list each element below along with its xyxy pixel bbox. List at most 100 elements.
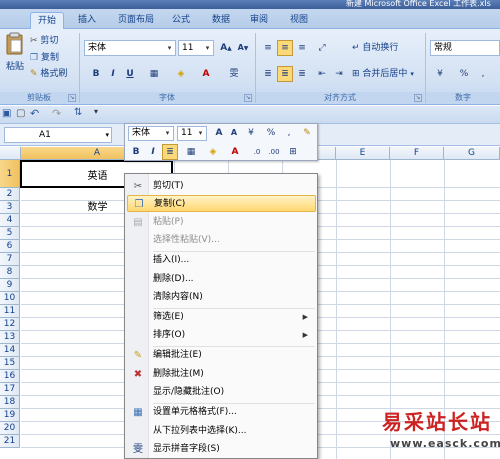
font-launcher-icon[interactable]: ↘ xyxy=(244,94,252,102)
mini-bold-button[interactable]: B xyxy=(128,144,144,160)
font-color-icon[interactable]: A xyxy=(198,66,214,82)
row-header-3[interactable]: 3 xyxy=(0,201,20,214)
row-header-21[interactable]: 21 xyxy=(0,435,20,448)
align-top-icon[interactable]: ≡ xyxy=(260,40,276,56)
alignment-launcher-icon[interactable]: ↘ xyxy=(414,94,422,102)
tab-view[interactable]: 视图 xyxy=(284,12,314,29)
underline-button[interactable]: U xyxy=(122,66,138,82)
tab-review[interactable]: 审阅 xyxy=(244,12,274,29)
row-header-6[interactable]: 6 xyxy=(0,240,20,253)
row-header-2[interactable]: 2 xyxy=(0,188,20,201)
row-header-9[interactable]: 9 xyxy=(0,279,20,292)
column-header-f[interactable]: F xyxy=(390,147,444,160)
borders-icon[interactable]: ▦ xyxy=(146,66,162,82)
save-icon[interactable]: ▣ xyxy=(2,108,11,119)
mini-fill-color-icon[interactable]: ◈ xyxy=(205,144,221,160)
mini-italic-button[interactable]: I xyxy=(145,144,161,160)
tab-formulas[interactable]: 公式 xyxy=(166,12,196,29)
italic-button[interactable]: I xyxy=(105,66,121,82)
row-header-12[interactable]: 12 xyxy=(0,318,20,331)
merge-center-button[interactable]: ⊞ 合并后居中 ▾ xyxy=(352,66,414,82)
shrink-font-button[interactable]: A▼ xyxy=(235,40,251,56)
mini-borders-icon[interactable]: ▦ xyxy=(183,144,199,160)
mini-percent-button[interactable]: % xyxy=(263,125,279,141)
column-header-e[interactable]: E xyxy=(336,147,390,160)
number-format-combo[interactable]: 常规 xyxy=(430,40,500,56)
menu-item-copy[interactable]: ❐ 复制(C) xyxy=(127,195,316,212)
fill-color-icon[interactable]: ◈ xyxy=(173,66,189,82)
mini-decrease-decimal-icon[interactable]: .00 xyxy=(266,144,282,160)
phonetic-icon[interactable]: 雯 xyxy=(226,66,242,82)
tab-data[interactable]: 数据 xyxy=(206,12,236,29)
row-header-7[interactable]: 7 xyxy=(0,253,20,266)
redo-icon[interactable]: ↷ xyxy=(52,107,61,120)
name-box[interactable]: A1 ▾ xyxy=(4,127,112,143)
menu-item-insert[interactable]: 插入(I)... xyxy=(127,252,316,269)
currency-icon[interactable]: ¥ xyxy=(432,66,448,82)
font-size-combo[interactable]: 11 ▾ xyxy=(178,40,214,56)
menu-item-pick-from-list[interactable]: 从下拉列表中选择(K)... xyxy=(127,423,316,440)
row-header-13[interactable]: 13 xyxy=(0,331,20,344)
paste-button[interactable]: 粘贴 xyxy=(4,32,26,80)
column-header-g[interactable]: G xyxy=(444,147,500,160)
row-header-4[interactable]: 4 xyxy=(0,214,20,227)
mini-shrink-font-button[interactable]: A xyxy=(226,125,242,141)
row-header-18[interactable]: 18 xyxy=(0,396,20,409)
sort-icon[interactable]: ⇅ xyxy=(74,107,82,118)
format-painter-button[interactable]: ✎ 格式刷 xyxy=(30,66,67,82)
menu-item-show-hide-comment[interactable]: 显示/隐藏批注(O) xyxy=(127,384,316,401)
menu-item-filter[interactable]: 筛选(E) ▶ xyxy=(127,309,316,326)
menu-item-paste[interactable]: ▤ 粘贴(P) xyxy=(127,214,316,231)
mini-font-name-combo[interactable]: 宋体 ▾ xyxy=(128,126,174,141)
row-header-14[interactable]: 14 xyxy=(0,344,20,357)
row-header-10[interactable]: 10 xyxy=(0,292,20,305)
mini-center-icon[interactable]: ≣ xyxy=(162,144,178,160)
menu-item-format-cells[interactable]: ▦ 设置单元格格式(F)... xyxy=(127,404,316,421)
row-header-16[interactable]: 16 xyxy=(0,370,20,383)
tab-page-layout[interactable]: 页面布局 xyxy=(112,12,160,29)
mini-grow-font-button[interactable]: A xyxy=(211,125,227,141)
font-name-combo[interactable]: 宋体 ▾ xyxy=(84,40,176,56)
menu-item-edit-comment[interactable]: ✎ 编辑批注(E) xyxy=(127,347,316,364)
menu-item-delete-comment[interactable]: ✖ 删除批注(M) xyxy=(127,366,316,383)
menu-item-paste-special[interactable]: 选择性粘贴(V)... xyxy=(127,232,316,249)
row-header-8[interactable]: 8 xyxy=(0,266,20,279)
menu-item-clear-contents[interactable]: 清除内容(N) xyxy=(127,289,316,306)
menu-item-cut[interactable]: ✂ 剪切(T) xyxy=(127,178,316,195)
clipboard-launcher-icon[interactable]: ↘ xyxy=(68,94,76,102)
align-bottom-icon[interactable]: ≡ xyxy=(294,40,310,56)
percent-button[interactable]: % xyxy=(456,66,472,82)
mini-increase-decimal-icon[interactable]: .0 xyxy=(249,144,265,160)
select-all-corner[interactable] xyxy=(0,147,21,160)
menu-item-delete[interactable]: 删除(D)... xyxy=(127,271,316,288)
mini-font-size-combo[interactable]: 11 ▾ xyxy=(177,126,207,141)
align-middle-icon[interactable]: ≡ xyxy=(277,40,293,56)
align-center-icon[interactable]: ≣ xyxy=(277,66,293,82)
customize-icon[interactable]: ▾ xyxy=(94,107,98,116)
decrease-indent-icon[interactable]: ⇤ xyxy=(314,66,330,82)
orientation-icon[interactable]: ⤢ xyxy=(314,40,330,56)
menu-item-sort[interactable]: 排序(O) ▶ xyxy=(127,327,316,344)
mini-merge-icon[interactable]: ⊞ xyxy=(285,144,301,160)
align-left-icon[interactable]: ≣ xyxy=(260,66,276,82)
increase-indent-icon[interactable]: ⇥ xyxy=(331,66,347,82)
tab-insert[interactable]: 插入 xyxy=(70,12,104,29)
align-right-icon[interactable]: ≣ xyxy=(294,66,310,82)
mini-font-color-icon[interactable]: A xyxy=(227,144,243,160)
new-icon[interactable]: ▢ xyxy=(16,108,25,119)
row-header-1[interactable]: 1 xyxy=(0,160,20,188)
row-header-19[interactable]: 19 xyxy=(0,409,20,422)
undo-icon[interactable]: ↶ xyxy=(30,107,39,120)
mini-currency-icon[interactable]: ¥ xyxy=(243,125,259,141)
copy-button[interactable]: ❐ 复制 xyxy=(30,50,59,66)
mini-comma-button[interactable]: , xyxy=(281,125,297,141)
mini-paintbrush-icon[interactable]: ✎ xyxy=(299,125,315,141)
row-header-17[interactable]: 17 xyxy=(0,383,20,396)
row-header-20[interactable]: 20 xyxy=(0,422,20,435)
bold-button[interactable]: B xyxy=(88,66,104,82)
comma-button[interactable]: , xyxy=(475,66,491,82)
row-header-5[interactable]: 5 xyxy=(0,227,20,240)
row-header-11[interactable]: 11 xyxy=(0,305,20,318)
menu-item-show-phonetic[interactable]: 雯 显示拼音字段(S) xyxy=(127,441,316,458)
row-header-15[interactable]: 15 xyxy=(0,357,20,370)
